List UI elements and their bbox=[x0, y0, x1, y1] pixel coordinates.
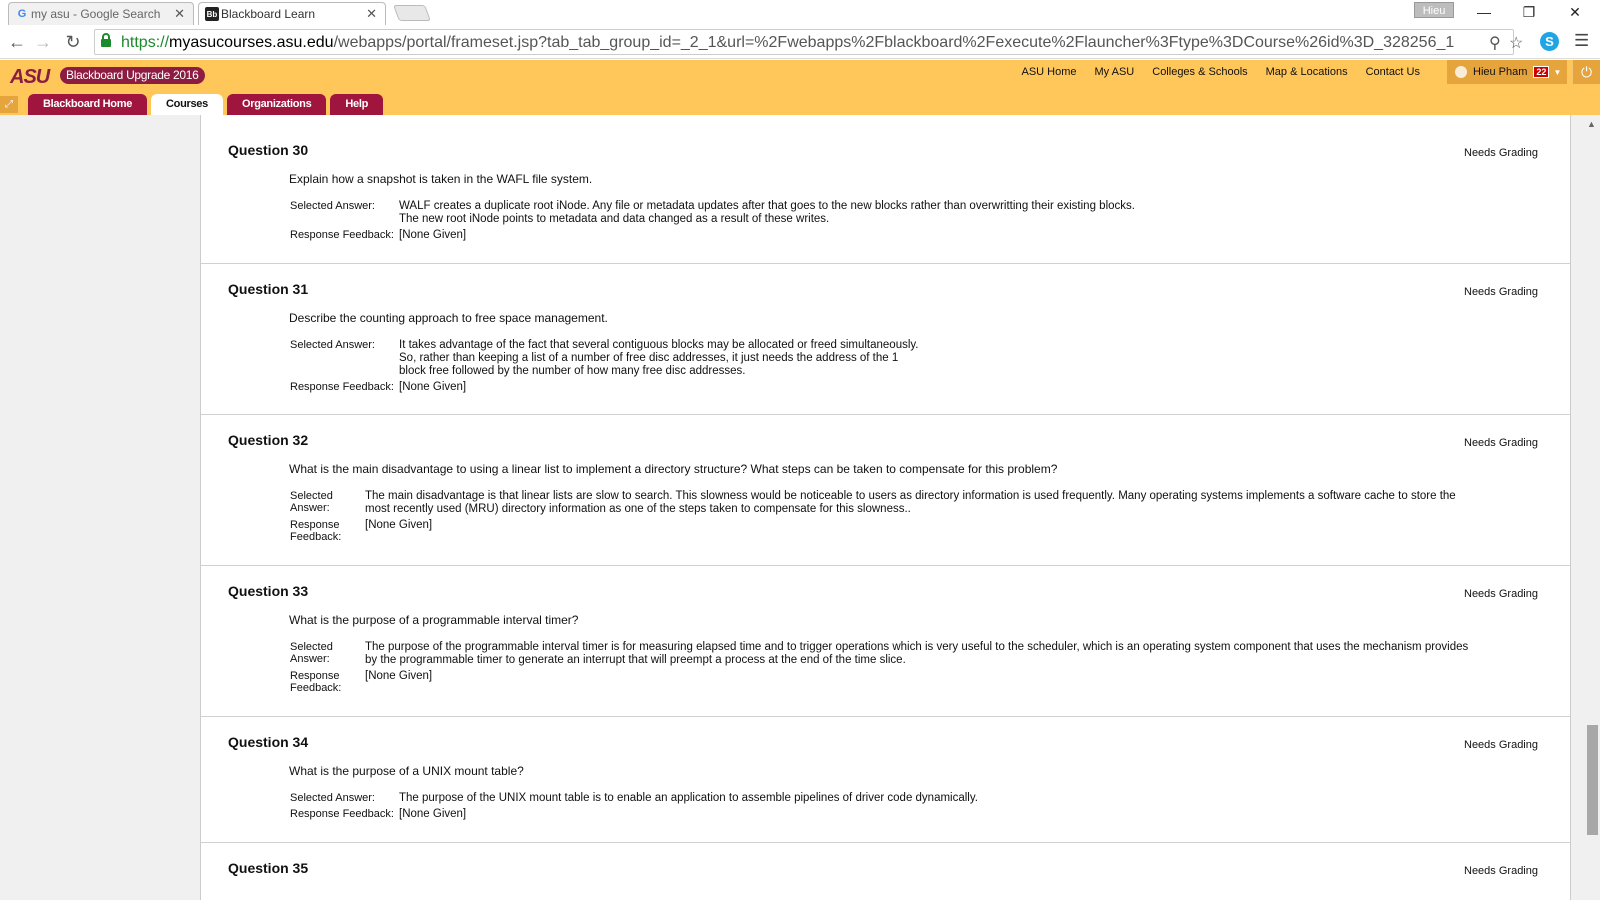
question-title: Question 31 bbox=[228, 281, 309, 297]
question-text: What is the purpose of a programmable in… bbox=[289, 613, 579, 627]
minimize-icon[interactable]: — bbox=[1469, 2, 1499, 22]
question-title: Question 32 bbox=[228, 432, 309, 448]
top-links: ASU Home My ASU Colleges & Schools Map &… bbox=[1021, 66, 1420, 78]
selected-answer-text: The purpose of the programmable interval… bbox=[365, 641, 1469, 666]
response-feedback-text: [None Given] bbox=[365, 670, 433, 682]
response-feedback-label: Response Feedback: bbox=[290, 381, 394, 393]
blackboard-nav-tabs: Blackboard Home Courses Organizations He… bbox=[28, 94, 384, 115]
page-scrollbar[interactable]: ▲ bbox=[1583, 115, 1600, 900]
google-favicon-icon: G bbox=[17, 8, 27, 20]
link-colleges-schools[interactable]: Colleges & Schools bbox=[1152, 66, 1247, 78]
question-title: Question 34 bbox=[228, 734, 309, 750]
question-title: Question 30 bbox=[228, 142, 309, 158]
question-text: What is the purpose of a UNIX mount tabl… bbox=[289, 764, 524, 778]
browser-tab-google-search[interactable]: G my asu - Google Search ✕ bbox=[8, 2, 194, 25]
response-feedback-label: Response Feedback: bbox=[290, 808, 394, 820]
response-feedback-text: [None Given] bbox=[399, 381, 467, 393]
logout-power-icon[interactable]: ⏻ bbox=[1572, 60, 1600, 84]
main-content: Question 30 Needs Grading Explain how a … bbox=[0, 115, 1583, 900]
forward-arrow-icon[interactable]: → bbox=[32, 31, 54, 53]
grading-status: Needs Grading bbox=[1464, 147, 1538, 159]
profile-button[interactable]: Hieu bbox=[1414, 2, 1454, 18]
close-tab-icon[interactable]: ✕ bbox=[174, 6, 185, 22]
question-item-33: Question 33 Needs Grading What is the pu… bbox=[201, 566, 1570, 717]
upgrade-badge[interactable]: Blackboard Upgrade 2016 bbox=[60, 67, 205, 84]
response-feedback-text: [None Given] bbox=[365, 519, 433, 531]
response-feedback-label: Response Feedback: bbox=[290, 519, 342, 543]
blackboard-favicon-icon: Bb bbox=[205, 7, 219, 21]
scrollbar-thumb[interactable] bbox=[1587, 725, 1598, 835]
secure-lock-icon bbox=[101, 33, 111, 48]
selected-answer-text: The main disadvantage is that linear lis… bbox=[365, 490, 1456, 515]
tab-organizations[interactable]: Organizations bbox=[226, 94, 327, 115]
browser-tab-blackboard-learn[interactable]: Bb Blackboard Learn ✕ bbox=[198, 2, 386, 25]
link-contact-us[interactable]: Contact Us bbox=[1366, 66, 1420, 78]
user-name: Hieu Pham bbox=[1473, 66, 1528, 78]
selected-answer-text: WALF creates a duplicate root iNode. Any… bbox=[399, 200, 1135, 225]
browser-tab-strip: G my asu - Google Search ✕ Bb Blackboard… bbox=[0, 0, 1600, 25]
grading-status: Needs Grading bbox=[1464, 588, 1538, 600]
question-item-31: Question 31 Needs Grading Describe the c… bbox=[201, 264, 1570, 415]
scroll-up-arrow-icon[interactable]: ▲ bbox=[1583, 117, 1600, 131]
question-item-34: Question 34 Needs Grading What is the pu… bbox=[201, 717, 1570, 843]
question-item-32: Question 32 Needs Grading What is the ma… bbox=[201, 415, 1570, 566]
link-asu-home[interactable]: ASU Home bbox=[1021, 66, 1076, 78]
notification-badge[interactable]: 22 bbox=[1533, 66, 1550, 78]
reload-icon[interactable]: ↻ bbox=[62, 31, 84, 53]
selected-answer-label: Selected Answer: bbox=[290, 490, 333, 514]
star-bookmark-icon[interactable]: ☆ bbox=[1509, 33, 1523, 53]
question-text: Explain how a snapshot is taken in the W… bbox=[289, 172, 593, 186]
browser-toolbar: ← → ↻ https://myasucourses.asu.edu/webap… bbox=[0, 25, 1600, 59]
attempt-panel: Question 30 Needs Grading Explain how a … bbox=[200, 115, 1571, 900]
selected-answer-label: Selected Answer: bbox=[290, 641, 333, 665]
blackboard-header: ASU Blackboard Upgrade 2016 ASU Home My … bbox=[0, 60, 1600, 115]
browser-menu-icon[interactable]: ☰ bbox=[1574, 31, 1589, 51]
url-text: https://myasucourses.asu.edu/webapps/por… bbox=[121, 34, 1455, 51]
close-tab-icon[interactable]: ✕ bbox=[366, 6, 377, 22]
search-icon[interactable]: ⚲ bbox=[1489, 33, 1501, 53]
restore-icon[interactable]: ❐ bbox=[1514, 2, 1544, 22]
close-window-icon[interactable]: ✕ bbox=[1560, 2, 1590, 22]
selected-answer-label: Selected Answer: bbox=[290, 792, 375, 804]
grading-status: Needs Grading bbox=[1464, 286, 1538, 298]
selected-answer-label: Selected Answer: bbox=[290, 339, 375, 351]
response-feedback-text: [None Given] bbox=[399, 229, 467, 241]
response-feedback-text: [None Given] bbox=[399, 808, 467, 820]
question-title: Question 33 bbox=[228, 583, 309, 599]
back-arrow-icon[interactable]: ← bbox=[6, 31, 28, 53]
question-text: Describe the counting approach to free s… bbox=[289, 311, 608, 325]
skype-extension-icon[interactable]: S bbox=[1540, 32, 1559, 51]
selected-answer-text: It takes advantage of the fact that seve… bbox=[399, 339, 919, 377]
question-item-30: Question 30 Needs Grading Explain how a … bbox=[201, 125, 1570, 264]
grading-status: Needs Grading bbox=[1464, 739, 1538, 751]
question-text: What is the main disadvantage to using a… bbox=[289, 462, 1058, 476]
tab-blackboard-home[interactable]: Blackboard Home bbox=[28, 94, 148, 115]
tab-title: Blackboard Learn bbox=[221, 7, 316, 21]
tab-help[interactable]: Help bbox=[330, 94, 384, 115]
grading-status: Needs Grading bbox=[1464, 865, 1538, 877]
link-map-locations[interactable]: Map & Locations bbox=[1266, 66, 1348, 78]
asu-logo[interactable]: ASU bbox=[10, 66, 50, 89]
question-title: Question 35 bbox=[228, 860, 309, 876]
response-feedback-label: Response Feedback: bbox=[290, 229, 394, 241]
new-tab-button[interactable] bbox=[393, 5, 431, 21]
link-my-asu[interactable]: My ASU bbox=[1095, 66, 1135, 78]
user-icon bbox=[1455, 66, 1467, 78]
question-item-35: Question 35 Needs Grading bbox=[201, 843, 1570, 900]
response-feedback-label: Response Feedback: bbox=[290, 670, 342, 694]
user-menu[interactable]: Hieu Pham 22 ▼ bbox=[1447, 60, 1567, 84]
selected-answer-text: The purpose of the UNIX mount table is t… bbox=[399, 792, 978, 804]
tab-title: my asu - Google Search bbox=[31, 7, 161, 21]
menu-toggle-icon[interactable]: ⤢ bbox=[0, 96, 18, 113]
chevron-down-icon: ▼ bbox=[1553, 67, 1562, 77]
tab-courses[interactable]: Courses bbox=[151, 94, 223, 115]
selected-answer-label: Selected Answer: bbox=[290, 200, 375, 212]
address-bar[interactable]: https://myasucourses.asu.edu/webapps/por… bbox=[94, 29, 1523, 55]
grading-status: Needs Grading bbox=[1464, 437, 1538, 449]
